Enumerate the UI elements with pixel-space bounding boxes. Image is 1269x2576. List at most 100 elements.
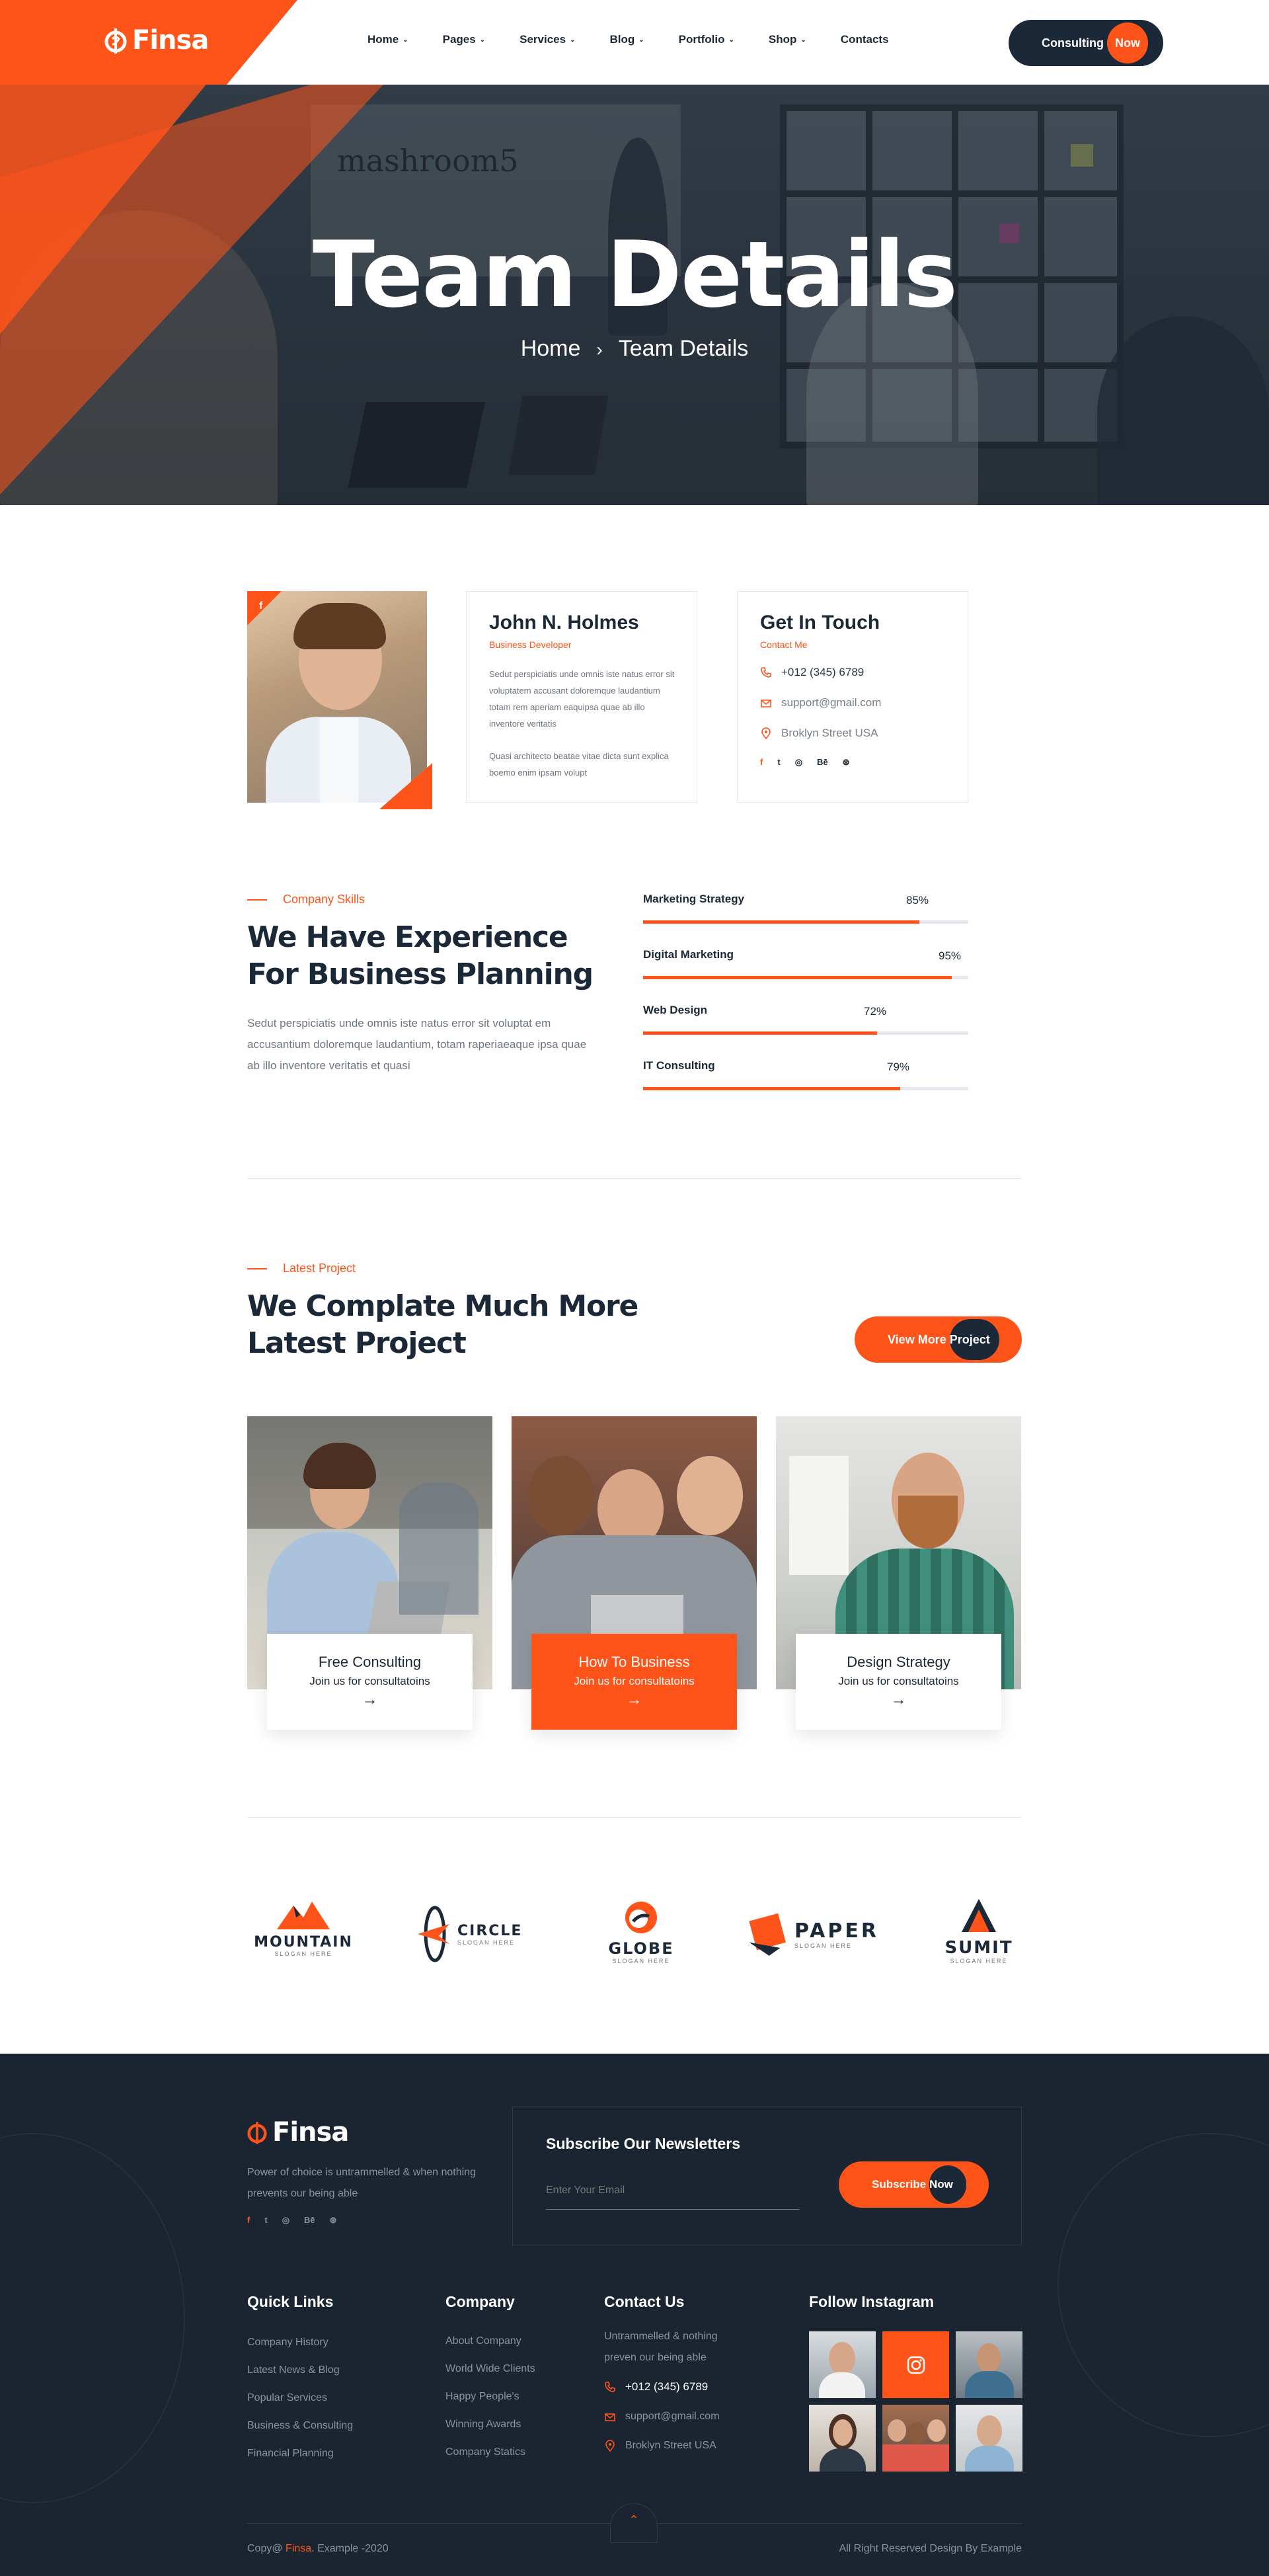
btn-label-a: View More bbox=[888, 1332, 946, 1346]
project-card[interactable]: Free Consulting Join us for consultatoin… bbox=[267, 1634, 473, 1730]
member-name: John N. Holmes bbox=[489, 612, 639, 633]
skills-title-line-1: We Have Experience bbox=[247, 920, 568, 954]
nav-services[interactable]: Services ⌄ bbox=[519, 33, 575, 46]
footer-email[interactable]: support@gmail.com bbox=[604, 2411, 720, 2423]
skill-bar-fill bbox=[643, 920, 919, 924]
footer-link[interactable]: Winning Awards bbox=[445, 2419, 521, 2431]
brand-logo-paper[interactable]: PAPER SLOGAN HERE bbox=[747, 1898, 879, 1970]
nav-shop[interactable]: Shop ⌄ bbox=[769, 33, 806, 46]
footer-link[interactable]: Financial Planning bbox=[247, 2448, 334, 2460]
contact-email[interactable]: support@gmail.com bbox=[760, 696, 881, 709]
chevron-up-icon: ⌃ bbox=[629, 2513, 639, 2526]
nav-label: Portfolio bbox=[678, 33, 725, 46]
site-logo[interactable]: Finsa bbox=[104, 25, 209, 56]
image-face bbox=[528, 1456, 594, 1535]
project-card-sub: Join us for consultatoins bbox=[309, 1675, 430, 1687]
phone-icon bbox=[605, 2382, 615, 2392]
project-card[interactable]: How To Business Join us for consultatoin… bbox=[531, 1634, 737, 1730]
facebook-icon[interactable]: f bbox=[259, 600, 262, 612]
skills-text: Sedut perspiciatis unde omnis iste natus… bbox=[247, 1017, 587, 1072]
footer-phone[interactable]: +012 (345) 6789 bbox=[604, 2380, 708, 2394]
view-more-project-button[interactable]: View More Project bbox=[855, 1316, 1022, 1363]
nav-pages[interactable]: Pages ⌄ bbox=[443, 33, 485, 46]
globe-logo-icon bbox=[625, 1902, 657, 1933]
dribbble-icon[interactable]: ⊛ bbox=[843, 757, 850, 768]
nav-contacts[interactable]: Contacts bbox=[841, 33, 889, 46]
footer-logo-text: Finsa bbox=[272, 2117, 349, 2148]
skill-bar-fill bbox=[643, 1031, 877, 1035]
nav-blog[interactable]: Blog ⌄ bbox=[609, 33, 644, 46]
location-icon bbox=[605, 2440, 615, 2452]
instagram-icon[interactable]: ◎ bbox=[795, 757, 802, 768]
instagram-photo[interactable] bbox=[809, 2405, 876, 2472]
paper-logo-icon bbox=[749, 1913, 786, 1956]
footer-logo[interactable]: Finsa bbox=[247, 2117, 349, 2148]
brand-logo-sumit[interactable]: SUMIT SLOGAN HERE bbox=[936, 1898, 1022, 1970]
instagram-photo[interactable] bbox=[956, 2405, 1022, 2472]
skill-bar-track bbox=[643, 976, 968, 979]
subscribe-button[interactable]: Subscribe Now bbox=[839, 2161, 989, 2208]
project-card-title: How To Business bbox=[578, 1654, 690, 1670]
photo-hair bbox=[293, 603, 386, 649]
dribbble-icon[interactable]: ⊛ bbox=[330, 2215, 337, 2226]
brand-logo-mountain[interactable]: MOUNTAIN SLOGAN HERE bbox=[247, 1898, 360, 1970]
brand-logo-globe[interactable]: GLOBE SLOGAN HERE bbox=[595, 1898, 687, 1970]
scroll-to-top-button[interactable]: ⌃ bbox=[610, 2503, 658, 2543]
footer-link[interactable]: Popular Services bbox=[247, 2392, 327, 2404]
instagram-photo[interactable] bbox=[882, 2405, 949, 2472]
footer-link[interactable]: World Wide Clients bbox=[445, 2363, 535, 2375]
btn-label-b: Project bbox=[949, 1319, 999, 1360]
facebook-icon[interactable]: f bbox=[760, 757, 763, 768]
footer-address: Broklyn Street USA bbox=[604, 2440, 716, 2452]
footer-link[interactable]: Company History bbox=[247, 2337, 328, 2349]
photo-face bbox=[907, 2422, 926, 2444]
brand-slogan: SLOGAN HERE bbox=[950, 1958, 1008, 1964]
location-icon bbox=[761, 727, 771, 739]
footer-link[interactable]: Business & Consulting bbox=[247, 2420, 353, 2432]
newsletter-email-input[interactable] bbox=[546, 2177, 800, 2204]
skill-bar-track bbox=[643, 1031, 968, 1035]
footer-address-text: Broklyn Street USA bbox=[625, 2440, 716, 2451]
eyebrow-text: Latest Project bbox=[283, 1262, 356, 1275]
footer-link[interactable]: Latest News & Blog bbox=[247, 2364, 340, 2376]
instagram-photo[interactable] bbox=[956, 2331, 1022, 2398]
project-card-title: Design Strategy bbox=[847, 1654, 950, 1670]
behance-icon[interactable]: Bē bbox=[817, 757, 828, 768]
brand-name: PAPER bbox=[794, 1919, 879, 1943]
member-bio: Sedut perspiciatis unde omnis iste natus… bbox=[489, 669, 675, 729]
facebook-icon[interactable]: f bbox=[247, 2215, 250, 2226]
contact-phone-text: +012 (345) 6789 bbox=[781, 666, 865, 678]
brand-name: MOUNTAIN bbox=[254, 1934, 353, 1951]
chevron-down-icon: ⌄ bbox=[479, 36, 486, 44]
projects-title: We Complate Much More Latest Project bbox=[247, 1288, 638, 1362]
sumit-logo-icon bbox=[962, 1899, 996, 1932]
breadcrumb-home[interactable]: Home bbox=[521, 336, 581, 361]
eyebrow-line bbox=[247, 899, 267, 901]
footer-link[interactable]: About Company bbox=[445, 2335, 521, 2347]
instagram-photo-active[interactable] bbox=[882, 2331, 949, 2398]
nav-portfolio[interactable]: Portfolio ⌄ bbox=[679, 33, 734, 46]
footer-link[interactable]: Happy People's bbox=[445, 2391, 519, 2403]
contact-title: Get In Touch bbox=[760, 612, 880, 633]
twitter-icon[interactable]: t bbox=[777, 757, 780, 768]
behance-icon[interactable]: Bē bbox=[304, 2215, 315, 2226]
instagram-photo[interactable] bbox=[809, 2331, 876, 2398]
btn-label-a: Subscribe bbox=[872, 2178, 927, 2191]
skill-label: Web Design bbox=[643, 1004, 707, 1016]
copyright-brand-link[interactable]: Finsa bbox=[286, 2543, 311, 2554]
copyright-pre: Copy@ bbox=[247, 2543, 283, 2554]
project-card[interactable]: Design Strategy Join us for consultatoin… bbox=[796, 1634, 1001, 1730]
mountain-icon bbox=[277, 1902, 330, 1929]
copyright: Copy@ Finsa. Example -2020 bbox=[247, 2543, 389, 2555]
contact-phone[interactable]: +012 (345) 6789 bbox=[760, 666, 864, 679]
footer-link[interactable]: Company Statics bbox=[445, 2446, 525, 2458]
contact-address: Broklyn Street USA bbox=[760, 727, 878, 740]
phone-icon bbox=[761, 667, 771, 678]
consulting-now-button[interactable]: Consulting Now bbox=[1009, 20, 1163, 66]
nav-home[interactable]: Home ⌄ bbox=[367, 33, 408, 46]
newsletter-title: Subscribe Our Newsletters bbox=[546, 2135, 740, 2152]
brand-logo-circle[interactable]: CIRCLE SLOGAN HERE bbox=[416, 1898, 529, 1970]
skill-label: IT Consulting bbox=[643, 1059, 715, 1072]
instagram-icon[interactable]: ◎ bbox=[282, 2215, 289, 2226]
twitter-icon[interactable]: t bbox=[264, 2215, 267, 2226]
